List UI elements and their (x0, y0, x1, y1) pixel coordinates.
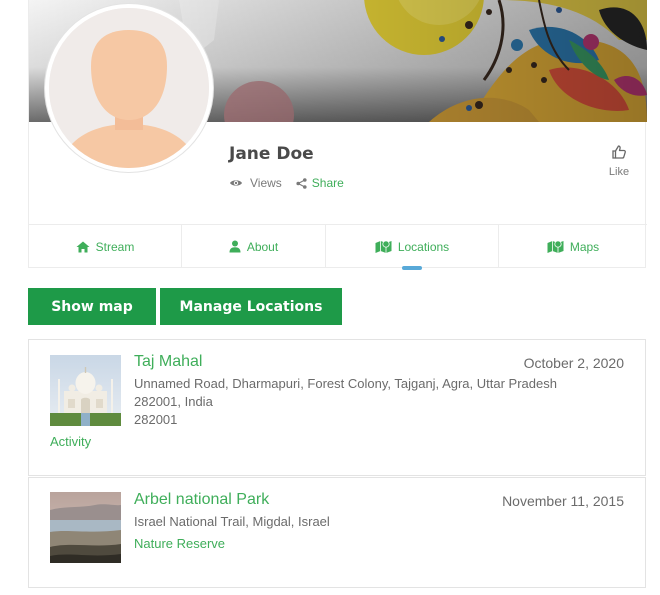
location-title[interactable]: Taj Mahal (134, 353, 202, 371)
tab-about[interactable]: About (182, 225, 326, 268)
map-icon (375, 239, 392, 253)
tab-stream[interactable]: Stream (29, 225, 182, 268)
tab-locations[interactable]: Locations (326, 225, 499, 270)
location-date: October 2, 2020 (523, 355, 624, 371)
location-thumbnail[interactable] (50, 492, 121, 563)
location-title[interactable]: Arbel national Park (134, 491, 269, 509)
active-tab-indicator (402, 266, 422, 270)
share-icon (296, 177, 307, 189)
profile-name: Jane Doe (229, 144, 314, 164)
show-map-button[interactable]: Show map (28, 288, 156, 325)
location-category[interactable]: Nature Reserve (134, 536, 225, 551)
location-thumbnail[interactable] (50, 355, 121, 426)
profile-tabs: Stream About Locations Maps (29, 224, 647, 270)
home-icon (76, 241, 90, 252)
user-icon (229, 240, 241, 253)
location-address: Israel National Trail, Migdal, Israel (134, 514, 330, 529)
map-icon (547, 239, 564, 253)
thumbs-up-icon (612, 145, 626, 159)
tab-maps-label: Maps (569, 239, 600, 254)
tab-locations-label: Locations (397, 239, 450, 254)
location-card: Arbel national Park November 11, 2015 Is… (28, 477, 646, 588)
profile-card: Jane Doe Views Share Like Stream About L… (28, 0, 647, 270)
tab-about-label: About (246, 239, 279, 254)
profile-meta: Views Share (229, 176, 344, 190)
tab-stream-label: Stream (95, 239, 135, 254)
location-date: November 11, 2015 (502, 493, 624, 509)
taj-mahal-photo (50, 355, 121, 426)
avatar[interactable] (45, 4, 213, 172)
location-category[interactable]: Activity (50, 434, 91, 449)
location-postcode: 282001 (134, 412, 178, 427)
location-address: Unnamed Road, Dharmapuri, Forest Colony,… (134, 376, 557, 391)
manage-locations-button[interactable]: Manage Locations (160, 288, 342, 325)
share-button[interactable]: Share (296, 176, 344, 190)
default-avatar-icon (49, 8, 209, 168)
tab-maps[interactable]: Maps (499, 225, 647, 268)
share-label: Share (311, 176, 344, 190)
views-label: Views (250, 176, 282, 190)
like-button[interactable]: Like (601, 144, 637, 178)
views-counter: Views (229, 176, 282, 190)
eye-icon (230, 180, 242, 186)
location-address-line2: 282001, India (134, 394, 213, 409)
like-label: Like (608, 166, 630, 178)
arbel-park-photo (50, 492, 121, 563)
location-card: Taj Mahal October 2, 2020 Unnamed Road, … (28, 339, 646, 476)
